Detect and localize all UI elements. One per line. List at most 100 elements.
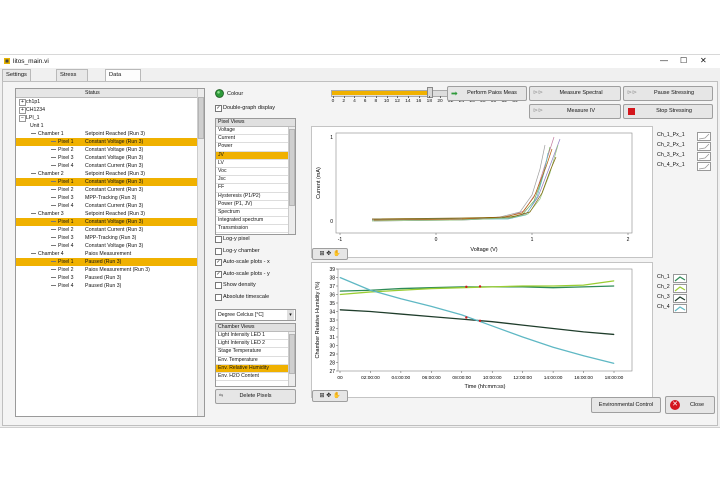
- tree-row[interactable]: Pixel 3 MPP-Tracking (Run 3): [16, 194, 204, 202]
- chamber-view-item[interactable]: Env. H2O Content: [216, 373, 295, 382]
- tree-row[interactable]: Pixel 4 Constant Current (Run 3): [16, 162, 204, 170]
- device-tree[interactable]: Status + ch1p1 + CH1234− LPI_1 Unit 1 Chamber …: [15, 88, 205, 417]
- tree-row[interactable]: Pixel 3 MPP-Tracking (Run 3): [16, 234, 204, 242]
- tree-row[interactable]: Pixel 4 Constant Voltage (Run 3): [16, 242, 204, 250]
- chamber-view-item[interactable]: Light Intensity LED 2: [216, 340, 295, 349]
- pixel-view-item[interactable]: Spectrum: [216, 209, 295, 218]
- option-checkbox[interactable]: ✓: [215, 259, 222, 266]
- rh-cursor-marker[interactable]: [465, 285, 468, 289]
- cursor-icon[interactable]: ✋: [333, 251, 340, 257]
- rh-legend-item[interactable]: Ch_4: [657, 304, 713, 314]
- pause-stressing-button[interactable]: ⊳⊳ Pause Stressing: [623, 86, 713, 101]
- tree-row[interactable]: Pixel 4 Constant Current (Run 3): [16, 202, 204, 210]
- chamber-views-scrollbar[interactable]: [288, 332, 295, 386]
- tab-settings-status[interactable]: Settings & Status: [2, 69, 31, 100]
- chamber-view-item[interactable]: Light Intensity LED 1: [216, 332, 295, 341]
- rh-cursor-marker[interactable]: [478, 285, 482, 288]
- tree-row[interactable]: Pixel 4 Paused (Run 3): [16, 282, 204, 290]
- cursor-icon[interactable]: ✋: [333, 393, 340, 399]
- chamber-view-item[interactable]: Stage Temperature: [216, 348, 295, 357]
- pixel-views-scrollbar[interactable]: [288, 127, 295, 234]
- collapse-icon[interactable]: −: [19, 115, 26, 122]
- chamber-views-scroll-thumb[interactable]: [289, 334, 295, 374]
- iv-plot[interactable]: -1 0 1 2 1 0 Voltage (V) Current (mA): [311, 126, 653, 258]
- slider-thumb[interactable]: [427, 87, 434, 98]
- tree-row[interactable]: Pixel 2 Constant Voltage (Run 3): [16, 146, 204, 154]
- close-button[interactable]: ✕ Close: [665, 396, 715, 414]
- stop-stressing-button[interactable]: Stop Stressing: [623, 104, 713, 119]
- pixel-view-item[interactable]: LV: [216, 160, 295, 168]
- pixel-view-item[interactable]: Power: [216, 143, 295, 152]
- iv-legend-item[interactable]: Ch_3_Px_1: [657, 152, 713, 162]
- tree-row[interactable]: Chamber 4 Paios Measurement: [16, 250, 204, 258]
- iv-plot-tools[interactable]: ⊞ ✥ ✋: [312, 248, 348, 260]
- tree-row[interactable]: Pixel 1 Constant Voltage (Run 3): [16, 138, 204, 146]
- chevron-down-icon[interactable]: ▾: [287, 310, 294, 320]
- pixel-view-item[interactable]: FF: [216, 184, 295, 193]
- zoom-icon[interactable]: ⊞: [320, 251, 325, 257]
- measure-spectral-button[interactable]: ⊳⊳ Measure Spectral: [529, 86, 621, 101]
- tree-row[interactable]: Unit 1: [16, 122, 204, 130]
- close-window-button[interactable]: ✕: [700, 56, 707, 65]
- option-checkbox[interactable]: [215, 293, 222, 301]
- maximize-button[interactable]: ☐: [680, 56, 687, 65]
- tree-row[interactable]: Pixel 2 Constant Current (Run 3): [16, 226, 204, 234]
- tree-row[interactable]: − LPI_1: [16, 114, 204, 122]
- tree-row[interactable]: Pixel 1 Constant Voltage (Run 3): [16, 218, 204, 226]
- tree-row[interactable]: Pixel 2 Constant Current (Run 3): [16, 186, 204, 194]
- pixel-view-item[interactable]: Integrated spectrum: [216, 217, 295, 226]
- tree-row[interactable]: Chamber 3 Setpoint Reached (Run 3): [16, 210, 204, 218]
- pixel-view-item[interactable]: Current: [216, 135, 295, 144]
- rh-cursor-marker[interactable]: [465, 316, 468, 319]
- tree-scrollbar[interactable]: [197, 89, 204, 416]
- humidity-plot[interactable]: 39 38 37 36 35 34 33 32 31 30 29 28 27 00 02:00:00 04:0…: [311, 262, 653, 398]
- measure-iv-button[interactable]: ⊳⊳ Measure IV: [529, 104, 621, 119]
- chamber-views-list[interactable]: Chamber Views Light Intensity LED 1 Light…: [215, 323, 296, 387]
- perform-paios-button[interactable]: ➡ Perform Paios Meas: [447, 86, 527, 101]
- pixel-view-item[interactable]: Transmission: [216, 225, 295, 234]
- rh-legend-item[interactable]: Ch_2: [657, 284, 713, 294]
- pixel-view-item[interactable]: Voltage: [216, 127, 295, 136]
- option-checkbox[interactable]: [215, 282, 222, 289]
- tree-row[interactable]: Pixel 1 Paused (Run 3): [16, 258, 204, 266]
- tree-row[interactable]: Pixel 3 Paused (Run 3): [16, 274, 204, 282]
- pixel-view-item[interactable]: Hysteresis (P1/P2): [216, 193, 295, 201]
- rh-legend-item[interactable]: Ch_1: [657, 274, 713, 284]
- colour-led-icon[interactable]: [215, 89, 224, 98]
- chamber-view-item[interactable]: Env. Temperature: [216, 357, 295, 365]
- tree-row[interactable]: + CH1234: [16, 106, 204, 114]
- environmental-control-button[interactable]: Environmental Control: [591, 397, 661, 413]
- tree-row[interactable]: Pixel 2 Paios Measurement (Run 3): [16, 266, 204, 274]
- expand-icon[interactable]: +: [19, 107, 26, 114]
- pixel-view-item[interactable]: Voc: [216, 168, 295, 177]
- pixel-views-list[interactable]: Pixel Views Voltage Current Power JV LV Voc Js…: [215, 118, 296, 235]
- pixel-view-item[interactable]: Power (P1, JV): [216, 201, 295, 209]
- minimize-button[interactable]: —: [660, 56, 668, 65]
- zoom-icon[interactable]: ⊞: [320, 393, 325, 399]
- tab-stress-definition[interactable]: Stress Definition: [56, 69, 89, 89]
- pan-icon[interactable]: ✥: [326, 251, 331, 257]
- tree-row[interactable]: Pixel 3 Constant Voltage (Run 3): [16, 154, 204, 162]
- tree-scroll-thumb[interactable]: [198, 97, 204, 139]
- option-checkbox[interactable]: [215, 247, 222, 255]
- iv-legend-item[interactable]: Ch_4_Px_1: [657, 162, 713, 172]
- expand-icon[interactable]: +: [19, 99, 26, 106]
- iv-legend-item[interactable]: Ch_1_Px_1: [657, 132, 713, 142]
- tree-row[interactable]: Chamber 2 Setpoint Reached (Run 3): [16, 170, 204, 178]
- chamber-view-item[interactable]: Env. Relative Humidity: [216, 364, 295, 373]
- option-checkbox[interactable]: ✓: [215, 270, 222, 278]
- rh-cursor-marker[interactable]: [478, 319, 482, 323]
- pixel-view-item[interactable]: Jsc: [216, 176, 295, 185]
- humidity-plot-tools[interactable]: ⊞ ✥ ✋: [312, 390, 348, 402]
- tree-row[interactable]: + ch1p1: [16, 98, 204, 106]
- unit-select[interactable]: Degree Celcius [°C] ▾: [215, 309, 296, 321]
- pixel-view-item[interactable]: JV: [216, 151, 295, 160]
- double-graph-checkbox[interactable]: ✓: [215, 105, 222, 112]
- option-checkbox[interactable]: [215, 236, 222, 243]
- tree-row[interactable]: Chamber 1 Setpoint Reached (Run 3): [16, 130, 204, 138]
- delete-pixels-button[interactable]: ⇆ Delete Pixels: [215, 389, 296, 404]
- pan-icon[interactable]: ✥: [326, 393, 331, 399]
- iv-legend-item[interactable]: Ch_2_Px_1: [657, 142, 713, 152]
- pixel-views-scroll-thumb[interactable]: [289, 129, 295, 206]
- tree-row[interactable]: Pixel 1 Constant Voltage (Run 3): [16, 178, 204, 186]
